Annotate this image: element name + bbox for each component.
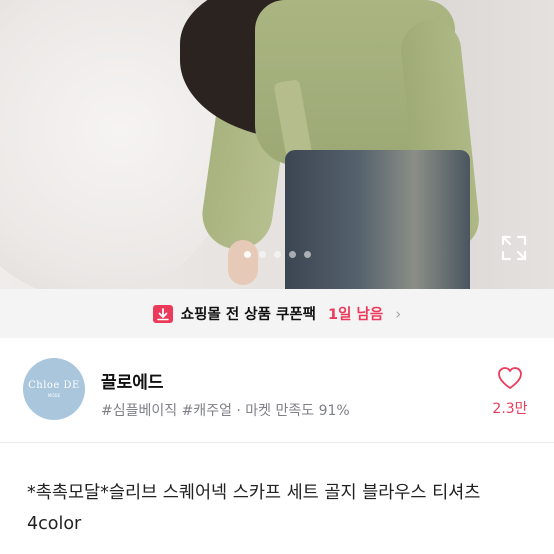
product-title: *촉촉모달*슬리브 스퀘어넥 스카프 세트 골지 블라우스 티셔츠 4color xyxy=(27,483,481,534)
chevron-right-icon: › xyxy=(395,304,402,323)
product-image[interactable] xyxy=(0,0,554,289)
carousel-dot[interactable] xyxy=(244,251,251,258)
shop-tags: #심플베이직 #캐주얼 · 마켓 만족도 91% xyxy=(101,403,350,419)
like-count: 2.3만 xyxy=(492,401,528,417)
carousel-dot[interactable] xyxy=(289,251,296,258)
heart-icon[interactable] xyxy=(497,366,523,390)
shop-info[interactable]: Chloe DE MODE 끌로에드 #심플베이직 #캐주얼 · 마켓 만족도 … xyxy=(0,338,554,442)
divider xyxy=(0,442,554,443)
shop-avatar-subtext: MODE xyxy=(47,393,61,398)
shop-avatar[interactable]: Chloe DE MODE xyxy=(23,358,85,420)
coupon-icon xyxy=(152,304,173,323)
expand-icon[interactable] xyxy=(500,234,528,262)
image-model-jeans xyxy=(285,150,470,289)
carousel-dot[interactable] xyxy=(304,251,311,258)
coupon-text: 쇼핑몰 전 상품 쿠폰팩 xyxy=(180,307,317,323)
carousel-dot[interactable] xyxy=(274,251,281,258)
shop-avatar-text: Chloe DE xyxy=(28,380,80,391)
coupon-remaining: 1일 남음 xyxy=(328,307,384,323)
carousel-dot[interactable] xyxy=(259,251,266,258)
carousel-dots xyxy=(0,251,554,261)
shop-name[interactable]: 끌로에드 xyxy=(101,368,164,393)
image-model-hand xyxy=(228,240,258,285)
coupon-banner[interactable]: 쇼핑몰 전 상품 쿠폰팩 1일 남음 › xyxy=(0,289,554,338)
